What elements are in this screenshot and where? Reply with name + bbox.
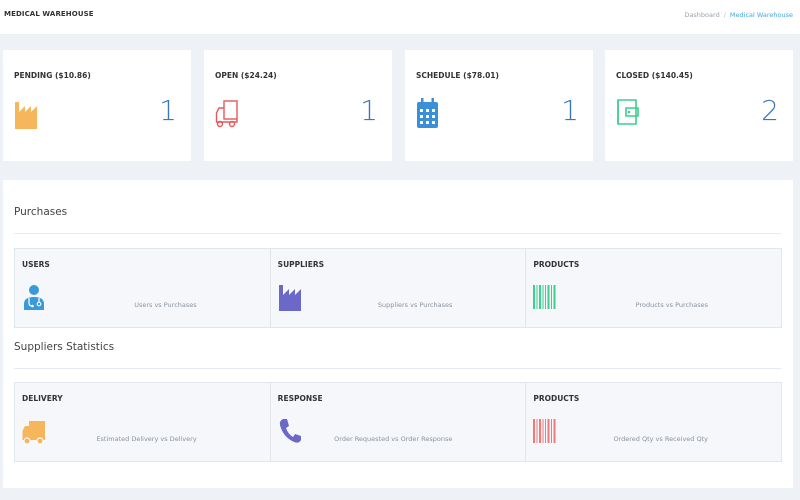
stat-card-count: 1 bbox=[159, 94, 177, 127]
supplier-stats-products-cell[interactable]: PRODUCTS Ordered Qty vs Received Qty bbox=[526, 383, 781, 461]
purchases-suppliers-cell[interactable]: SUPPLIERS Suppliers vs Purchases bbox=[271, 249, 527, 327]
breadcrumb-current: Medical Warehouse bbox=[729, 11, 793, 19]
cell-title: DELIVERY bbox=[22, 394, 63, 403]
cell-description: Ordered Qty vs Received Qty bbox=[613, 435, 709, 443]
purchases-products-cell[interactable]: PRODUCTS Products vs Purchases bbox=[526, 249, 781, 327]
supplier-stats-response-cell[interactable]: RESPONSE Order Requested vs Order Respon… bbox=[271, 383, 527, 461]
stat-card-open: OPEN ($24.24) 1 bbox=[204, 50, 392, 161]
cell-title: RESPONSE bbox=[277, 394, 323, 403]
cell-description: Estimated Delivery vs Delivery bbox=[96, 435, 197, 443]
purchases-users-cell[interactable]: USERS Users vs Purchases bbox=[15, 249, 271, 327]
barcode-icon bbox=[533, 419, 556, 443]
page-title: MEDICAL WAREHOUSE bbox=[4, 10, 94, 18]
cell-description: Products vs Purchases bbox=[635, 301, 709, 309]
truck-icon bbox=[215, 100, 238, 128]
purchases-section-title: Purchases bbox=[14, 206, 68, 218]
cell-title: SUPPLIERS bbox=[277, 260, 325, 269]
barcode-icon bbox=[533, 285, 556, 309]
stat-card-label: CLOSED ($140.45) bbox=[616, 71, 693, 80]
top-bar: MEDICAL WAREHOUSE Dashboard / Medical Ware… bbox=[0, 0, 800, 34]
phone-icon bbox=[279, 419, 301, 443]
factory-icon bbox=[15, 102, 37, 129]
doctor-icon bbox=[24, 285, 44, 310]
cell-title: PRODUCTS bbox=[533, 260, 580, 269]
supplier-stats-delivery-cell[interactable]: DELIVERY Estimated Delivery vs Delivery bbox=[15, 383, 271, 461]
stat-card-closed: CLOSED ($140.45) 2 bbox=[605, 50, 793, 161]
section-divider bbox=[14, 233, 781, 234]
stat-card-count: 1 bbox=[360, 94, 378, 127]
stat-card-label: SCHEDULE ($78.01) bbox=[416, 71, 499, 80]
stat-card-pending: PENDING ($10.86) 1 bbox=[3, 50, 191, 161]
truck-icon bbox=[22, 421, 45, 445]
breadcrumb-separator: / bbox=[723, 11, 726, 19]
statistics-panel: Purchases USERS Users vs Purchases SUPPL… bbox=[3, 180, 793, 488]
stat-card-label: PENDING ($10.86) bbox=[14, 71, 91, 80]
factory-icon bbox=[278, 285, 301, 311]
cell-description: Order Requested vs Order Response bbox=[334, 435, 453, 443]
wallet-icon bbox=[617, 99, 639, 125]
cell-description: Suppliers vs Purchases bbox=[377, 301, 453, 309]
cell-title: USERS bbox=[22, 260, 50, 269]
stat-card-label: OPEN ($24.24) bbox=[215, 71, 277, 80]
stat-card-schedule: SCHEDULE ($78.01) 1 bbox=[405, 50, 593, 161]
cell-title: PRODUCTS bbox=[533, 394, 580, 403]
calendar-icon bbox=[417, 98, 438, 128]
cell-description: Users vs Purchases bbox=[134, 301, 197, 309]
section-divider bbox=[14, 368, 781, 369]
stat-card-count: 2 bbox=[761, 94, 779, 127]
breadcrumb-dashboard-link[interactable]: Dashboard bbox=[684, 11, 719, 19]
breadcrumb: Dashboard / Medical Warehouse bbox=[684, 11, 793, 19]
stat-card-count: 1 bbox=[561, 94, 579, 127]
supplier-stats-grid: DELIVERY Estimated Delivery vs Delivery … bbox=[14, 382, 782, 462]
supplier-stats-section-title: Suppliers Statistics bbox=[14, 341, 115, 353]
purchases-grid: USERS Users vs Purchases SUPPLIERS Suppl… bbox=[14, 248, 782, 328]
